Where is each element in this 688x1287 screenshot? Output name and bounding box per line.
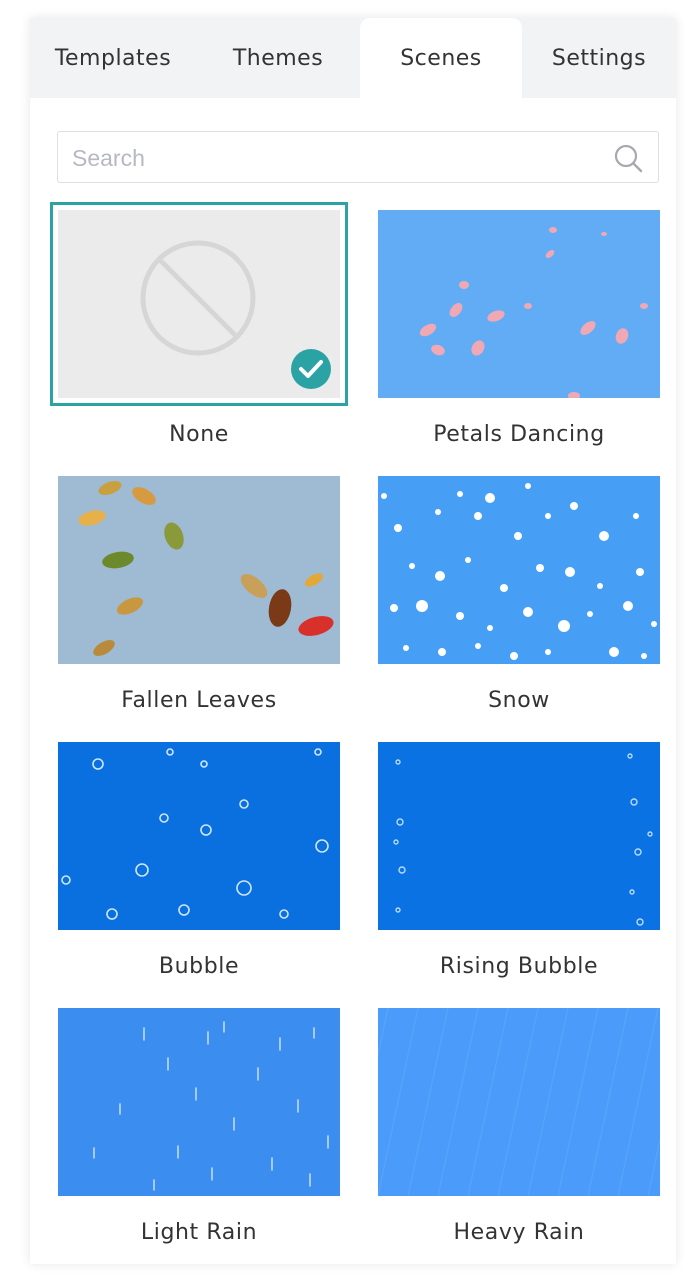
scene-thumb-bubble xyxy=(58,742,340,930)
scene-label: Heavy Rain xyxy=(453,1220,585,1245)
scene-label: Snow xyxy=(488,688,550,713)
search-icon[interactable] xyxy=(612,142,644,174)
tab-templates[interactable]: Templates xyxy=(30,18,196,98)
scene-thumb-heavy-rain xyxy=(378,1008,660,1196)
scene-label: Bubble xyxy=(158,954,240,979)
tab-settings[interactable]: Settings xyxy=(522,18,676,98)
scene-thumb-light-rain xyxy=(58,1008,340,1196)
search-box xyxy=(57,131,659,183)
search-input[interactable] xyxy=(70,138,604,178)
scene-thumb-petals-dancing xyxy=(378,210,660,398)
scene-thumb-none xyxy=(50,202,348,406)
scene-thumb-fallen-leaves xyxy=(58,476,340,664)
tab-bar: Templates Themes Scenes Settings xyxy=(30,18,676,98)
scene-label: Fallen Leaves xyxy=(121,688,277,713)
scene-label: None xyxy=(169,422,229,447)
scene-thumb-rising-bubble xyxy=(378,742,660,930)
scene-label: Light Rain xyxy=(140,1220,258,1245)
scene-label: Petals Dancing xyxy=(433,422,605,447)
scenes-panel: Templates Themes Scenes Settings Search … xyxy=(30,18,676,1264)
scene-label: Rising Bubble xyxy=(439,954,599,979)
tab-themes[interactable]: Themes xyxy=(196,18,360,98)
check-icon xyxy=(291,349,331,389)
tab-scenes[interactable]: Scenes xyxy=(360,18,522,98)
scene-thumb-snow xyxy=(378,476,660,664)
